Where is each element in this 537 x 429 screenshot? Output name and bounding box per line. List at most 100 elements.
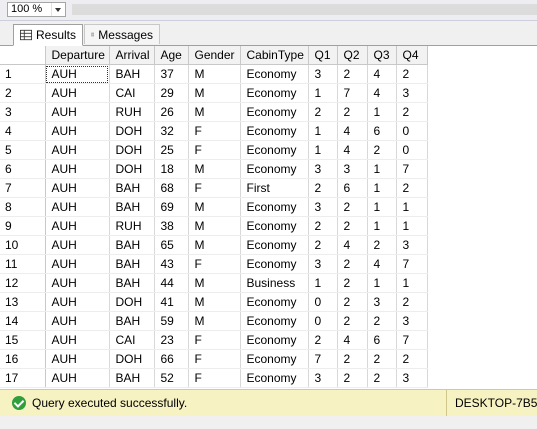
grid-cell[interactable]: 4 [337, 330, 368, 350]
grid-cell[interactable]: RUH [109, 102, 155, 122]
grid-cell[interactable]: 2 [396, 64, 428, 84]
grid-cell[interactable]: 3 [396, 368, 428, 388]
grid-cell[interactable]: AUH [45, 159, 110, 179]
grid-cell[interactable]: 2 [367, 311, 397, 331]
grid-cell[interactable]: 59 [154, 311, 189, 331]
grid-cell[interactable]: 1 [367, 216, 397, 236]
row-number[interactable]: 9 [0, 216, 46, 236]
grid-cell[interactable]: 2 [308, 178, 338, 198]
grid-cell[interactable]: DOH [109, 121, 155, 141]
grid-cell[interactable]: AUH [45, 197, 110, 217]
grid-cell[interactable]: 2 [367, 368, 397, 388]
column-header[interactable]: Q3 [367, 46, 397, 65]
grid-cell[interactable]: CAI [109, 330, 155, 350]
grid-cell[interactable]: M [188, 235, 241, 255]
grid-cell[interactable]: 3 [367, 292, 397, 312]
grid-cell[interactable]: 1 [367, 178, 397, 198]
grid-cell[interactable]: 2 [367, 349, 397, 369]
table-row[interactable]: 12 AUH BAH 44 M Business 1 2 1 1 [0, 273, 537, 293]
grid-cell[interactable]: 4 [337, 235, 368, 255]
table-row[interactable]: 16 AUH DOH 66 F Economy 7 2 2 2 [0, 349, 537, 369]
horizontal-scrollbar[interactable] [72, 4, 537, 15]
grid-cell[interactable]: 1 [308, 140, 338, 160]
grid-cell[interactable]: 2 [337, 64, 368, 84]
row-number[interactable]: 6 [0, 159, 46, 179]
row-number[interactable]: 1 [0, 64, 46, 84]
grid-cell[interactable]: 3 [337, 159, 368, 179]
grid-cell[interactable]: 3 [308, 64, 338, 84]
table-row[interactable]: 8 AUH BAH 69 M Economy 3 2 1 1 [0, 197, 537, 217]
grid-cell[interactable]: 4 [337, 121, 368, 141]
grid-cell[interactable]: BAH [109, 178, 155, 198]
table-row[interactable]: 4 AUH DOH 32 F Economy 1 4 6 0 [0, 121, 537, 141]
grid-cell[interactable]: BAH [109, 273, 155, 293]
grid-cell[interactable]: RUH [109, 216, 155, 236]
grid-cell[interactable]: F [188, 254, 241, 274]
grid-cell[interactable]: 2 [396, 292, 428, 312]
grid-cell[interactable]: 23 [154, 330, 189, 350]
grid-cell[interactable]: AUH [45, 64, 110, 84]
grid-cell[interactable]: 7 [396, 254, 428, 274]
grid-cell[interactable]: 7 [396, 159, 428, 179]
grid-cell[interactable]: Economy [240, 311, 309, 331]
grid-cell[interactable]: AUH [45, 292, 110, 312]
grid-cell[interactable]: 2 [337, 216, 368, 236]
grid-cell[interactable]: 68 [154, 178, 189, 198]
grid-cell[interactable]: DOH [109, 159, 155, 179]
table-row[interactable]: 7 AUH BAH 68 F First 2 6 1 2 [0, 178, 537, 198]
grid-cell[interactable]: 0 [308, 292, 338, 312]
column-header[interactable]: Age [154, 46, 189, 65]
grid-cell[interactable]: 18 [154, 159, 189, 179]
grid-cell[interactable]: 2 [308, 216, 338, 236]
grid-cell[interactable]: AUH [45, 216, 110, 236]
grid-cell[interactable]: 2 [396, 178, 428, 198]
grid-cell[interactable]: 65 [154, 235, 189, 255]
grid-cell[interactable]: 1 [396, 197, 428, 217]
grid-cell[interactable]: First [240, 178, 309, 198]
grid-cell[interactable]: F [188, 178, 241, 198]
row-number[interactable]: 4 [0, 121, 46, 141]
row-number[interactable]: 16 [0, 349, 46, 369]
grid-cell[interactable]: 2 [337, 102, 368, 122]
grid-cell[interactable]: AUH [45, 368, 110, 388]
grid-cell[interactable]: M [188, 292, 241, 312]
grid-cell[interactable]: Economy [240, 121, 309, 141]
grid-cell[interactable]: 3 [396, 235, 428, 255]
grid-cell[interactable]: BAH [109, 311, 155, 331]
grid-cell[interactable]: 2 [337, 254, 368, 274]
grid-cell[interactable]: 2 [337, 197, 368, 217]
grid-cell[interactable]: 1 [308, 273, 338, 293]
column-header[interactable]: Departure [45, 46, 110, 65]
grid-cell[interactable]: BAH [109, 197, 155, 217]
row-number[interactable]: 3 [0, 102, 46, 122]
grid-cell[interactable]: Economy [240, 64, 309, 84]
grid-cell[interactable]: AUH [45, 178, 110, 198]
grid-cell[interactable]: F [188, 368, 241, 388]
row-number-header[interactable] [0, 46, 46, 65]
grid-cell[interactable]: 3 [308, 254, 338, 274]
grid-cell[interactable]: 3 [308, 197, 338, 217]
table-row[interactable]: 13 AUH DOH 41 M Economy 0 2 3 2 [0, 292, 537, 312]
grid-cell[interactable]: Economy [240, 83, 309, 103]
grid-cell[interactable]: 6 [367, 121, 397, 141]
table-row[interactable]: 3 AUH RUH 26 M Economy 2 2 1 2 [0, 102, 537, 122]
grid-cell[interactable]: BAH [109, 64, 155, 84]
grid-cell[interactable]: M [188, 102, 241, 122]
grid-cell[interactable]: AUH [45, 330, 110, 350]
grid-cell[interactable]: 2 [337, 368, 368, 388]
grid-cell[interactable]: Economy [240, 292, 309, 312]
grid-cell[interactable]: Economy [240, 330, 309, 350]
grid-cell[interactable]: 1 [308, 83, 338, 103]
row-number[interactable]: 15 [0, 330, 46, 350]
grid-cell[interactable]: 41 [154, 292, 189, 312]
grid-cell[interactable]: 0 [308, 311, 338, 331]
row-number[interactable]: 13 [0, 292, 46, 312]
grid-cell[interactable]: F [188, 330, 241, 350]
grid-cell[interactable]: 69 [154, 197, 189, 217]
row-number[interactable]: 17 [0, 368, 46, 388]
grid-cell[interactable]: M [188, 273, 241, 293]
grid-cell[interactable]: 43 [154, 254, 189, 274]
grid-cell[interactable]: Economy [240, 349, 309, 369]
grid-cell[interactable]: 1 [367, 102, 397, 122]
column-header[interactable]: CabinType [240, 46, 309, 65]
